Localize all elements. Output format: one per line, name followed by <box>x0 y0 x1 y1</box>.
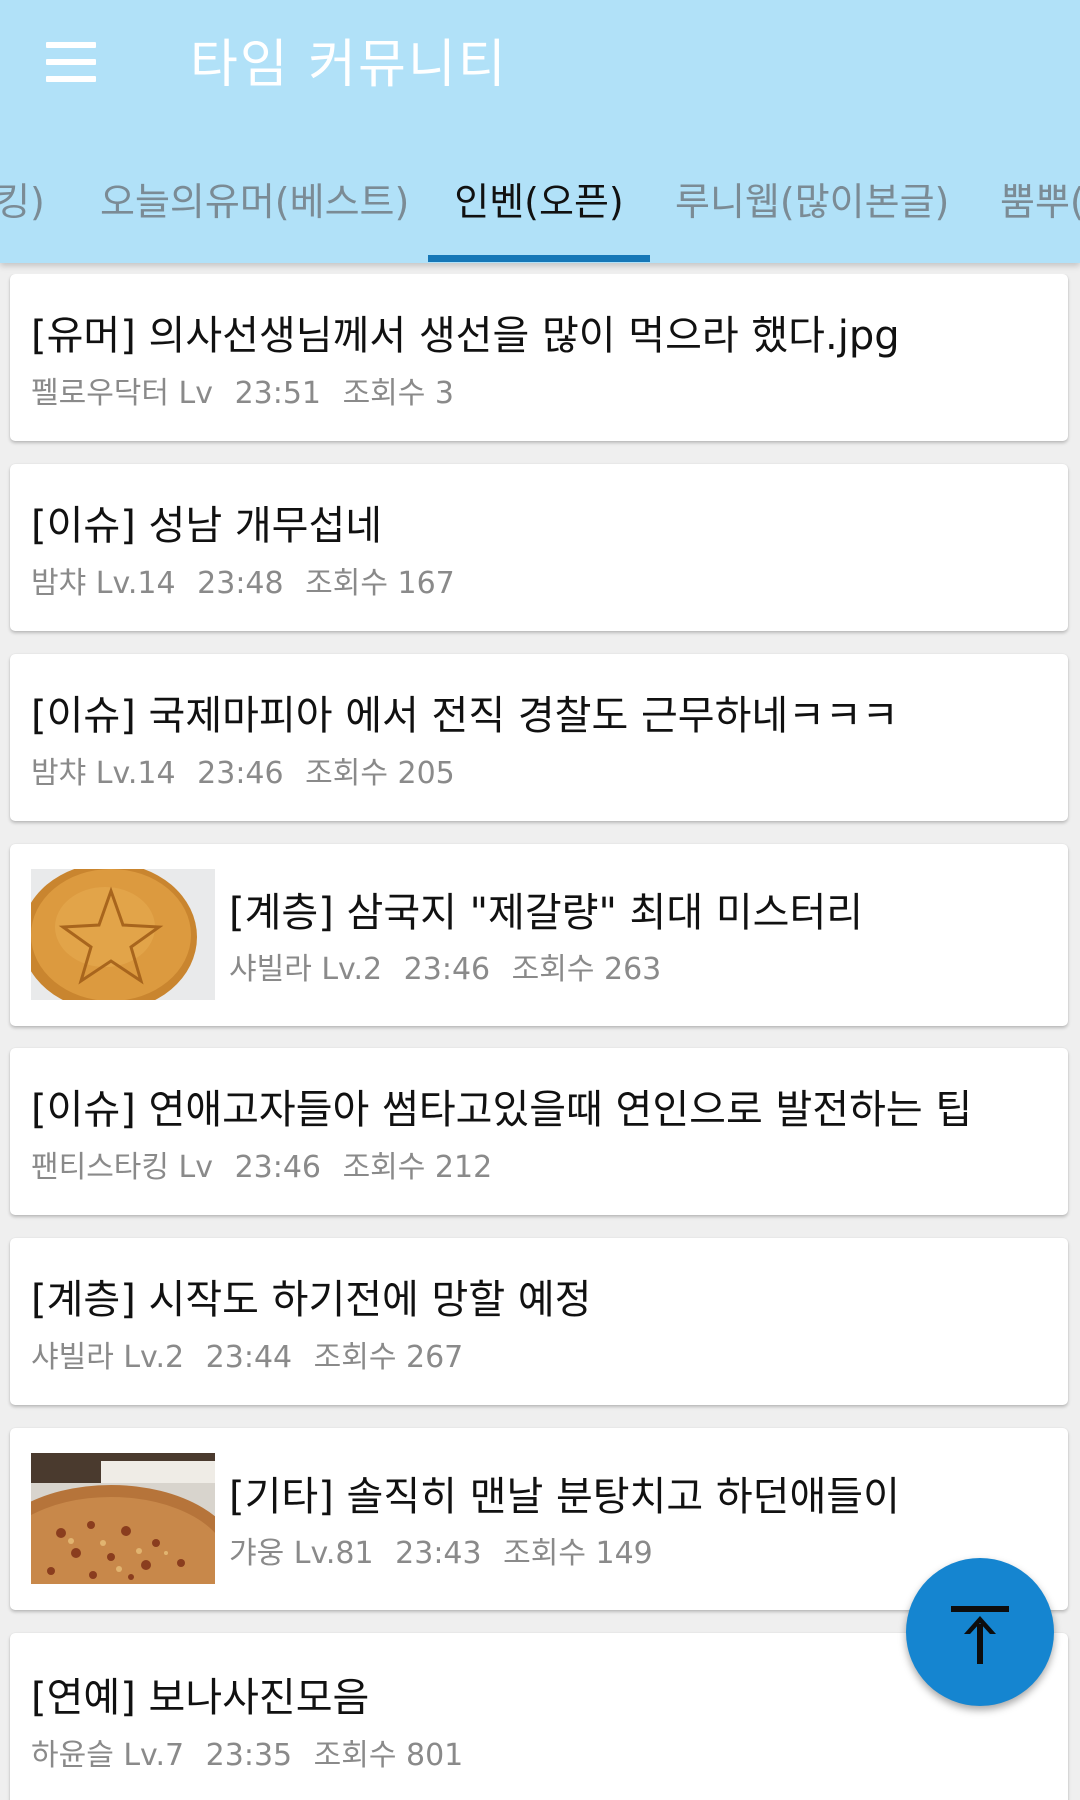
post-title: [이슈] 연애고자들아 썸타고있을때 연인으로 발전하는 팁 <box>31 1087 973 1133</box>
post-author: 샤빌라 Lv.2 <box>31 1340 185 1375</box>
post-author: 팬티스타킹 Lv <box>31 1150 214 1185</box>
scroll-to-top-button[interactable] <box>906 1558 1054 1706</box>
tab-inven[interactable]: 인벤(오픈) <box>428 152 650 263</box>
post-title: [유머] 의사선생님께서 생선을 많이 먹으라 했다.jpg <box>31 313 900 359</box>
dalgona-candy-image <box>31 869 215 1000</box>
hamburger-icon-bar <box>46 59 96 65</box>
post-title: [계층] 삼국지 "제갈량" 최대 미스터리 <box>229 890 864 936</box>
post-meta: 샤빌라 Lv.2 23:44 조회수 267 <box>31 1338 475 1378</box>
post-card[interactable]: [계층] 시작도 하기전에 망할 예정 샤빌라 Lv.2 23:44 조회수 2… <box>10 1238 1068 1405</box>
app-title: 타임 커뮤니티 <box>190 35 508 95</box>
post-views: 조회수 212 <box>342 1150 493 1185</box>
post-time: 23:51 <box>234 376 322 411</box>
post-time: 23:43 <box>395 1536 482 1571</box>
post-time: 23:35 <box>205 1738 293 1773</box>
post-title: [계층] 시작도 하기전에 망할 예정 <box>31 1277 592 1323</box>
post-author: 밤챠 Lv.14 <box>31 756 176 791</box>
post-views: 조회수 263 <box>511 952 662 987</box>
post-author: 갸웅 Lv.81 <box>229 1536 374 1571</box>
post-title: [기타] 솔직히 맨날 분탕치고 하던애들이 <box>229 1474 900 1520</box>
post-meta: 밤챠 Lv.14 23:46 조회수 205 <box>31 754 467 794</box>
post-card[interactable]: [이슈] 국제마피아 에서 전직 경찰도 근무하네ㅋㅋㅋ 밤챠 Lv.14 23… <box>10 654 1068 821</box>
post-views: 조회수 801 <box>313 1738 464 1773</box>
post-time: 23:46 <box>234 1150 322 1185</box>
post-time: 23:46 <box>403 952 491 987</box>
post-author: 하윤슬 Lv.7 <box>31 1738 185 1773</box>
post-author: 펠로우닥터 Lv <box>31 376 214 411</box>
post-author: 샤빌라 Lv.2 <box>229 952 383 987</box>
active-tab-indicator <box>428 255 650 262</box>
post-time: 23:44 <box>205 1340 293 1375</box>
post-thumbnail <box>31 1453 215 1584</box>
post-title: [연예] 보나사진모음 <box>31 1675 370 1721</box>
post-time: 23:48 <box>197 566 284 601</box>
arrow-up-to-top-icon <box>951 1606 1009 1664</box>
post-card[interactable]: [이슈] 연애고자들아 썸타고있을때 연인으로 발전하는 팁 팬티스타킹 Lv … <box>10 1048 1068 1215</box>
post-thumbnail <box>31 869 215 1000</box>
post-author: 밤챠 Lv.14 <box>31 566 176 601</box>
post-meta: 밤챠 Lv.14 23:48 조회수 167 <box>31 564 467 604</box>
hamburger-icon-bar <box>46 76 96 82</box>
post-meta: 샤빌라 Lv.2 23:46 조회수 263 <box>229 950 673 990</box>
post-views: 조회수 3 <box>342 376 455 411</box>
post-views: 조회수 267 <box>313 1340 464 1375</box>
menu-button[interactable] <box>32 30 112 94</box>
post-card[interactable]: [유머] 의사선생님께서 생선을 많이 먹으라 했다.jpg 펠로우닥터 Lv … <box>10 274 1068 441</box>
post-card[interactable]: [이슈] 성남 개무섭네 밤챠 Lv.14 23:48 조회수 167 <box>10 464 1068 631</box>
pizza-image <box>31 1453 215 1584</box>
post-title: [이슈] 성남 개무섭네 <box>31 503 383 549</box>
post-title: [이슈] 국제마피아 에서 전직 경찰도 근무하네ㅋㅋㅋ <box>31 693 899 739</box>
tab-ruliweb[interactable]: 루니웹(많이본글) <box>675 152 949 263</box>
app-bar: 타임 커뮤니티 킹) 오늘의유머(베스트) 인벤(오픈) 루니웹(많이본글) 뿜… <box>0 0 1080 263</box>
post-meta: 펠로우닥터 Lv 23:51 조회수 3 <box>31 374 466 414</box>
hamburger-icon <box>46 42 96 48</box>
post-meta: 하윤슬 Lv.7 23:35 조회수 801 <box>31 1736 475 1776</box>
tab-ranking[interactable]: 킹) <box>0 152 50 263</box>
tab-todayhumor[interactable]: 오늘의유머(베스트) <box>100 152 409 263</box>
post-card[interactable]: [계층] 삼국지 "제갈량" 최대 미스터리 샤빌라 Lv.2 23:46 조회… <box>10 844 1068 1026</box>
post-views: 조회수 167 <box>305 566 455 601</box>
post-time: 23:46 <box>197 756 284 791</box>
tab-ppomppu[interactable]: 뿜뿌( <box>1000 152 1080 263</box>
tab-bar: 킹) 오늘의유머(베스트) 인벤(오픈) 루니웹(많이본글) 뿜뿌( <box>0 152 1080 263</box>
post-meta: 갸웅 Lv.81 23:43 조회수 149 <box>229 1534 665 1574</box>
post-meta: 팬티스타킹 Lv 23:46 조회수 212 <box>31 1148 504 1188</box>
post-views: 조회수 149 <box>503 1536 653 1571</box>
post-views: 조회수 205 <box>305 756 455 791</box>
